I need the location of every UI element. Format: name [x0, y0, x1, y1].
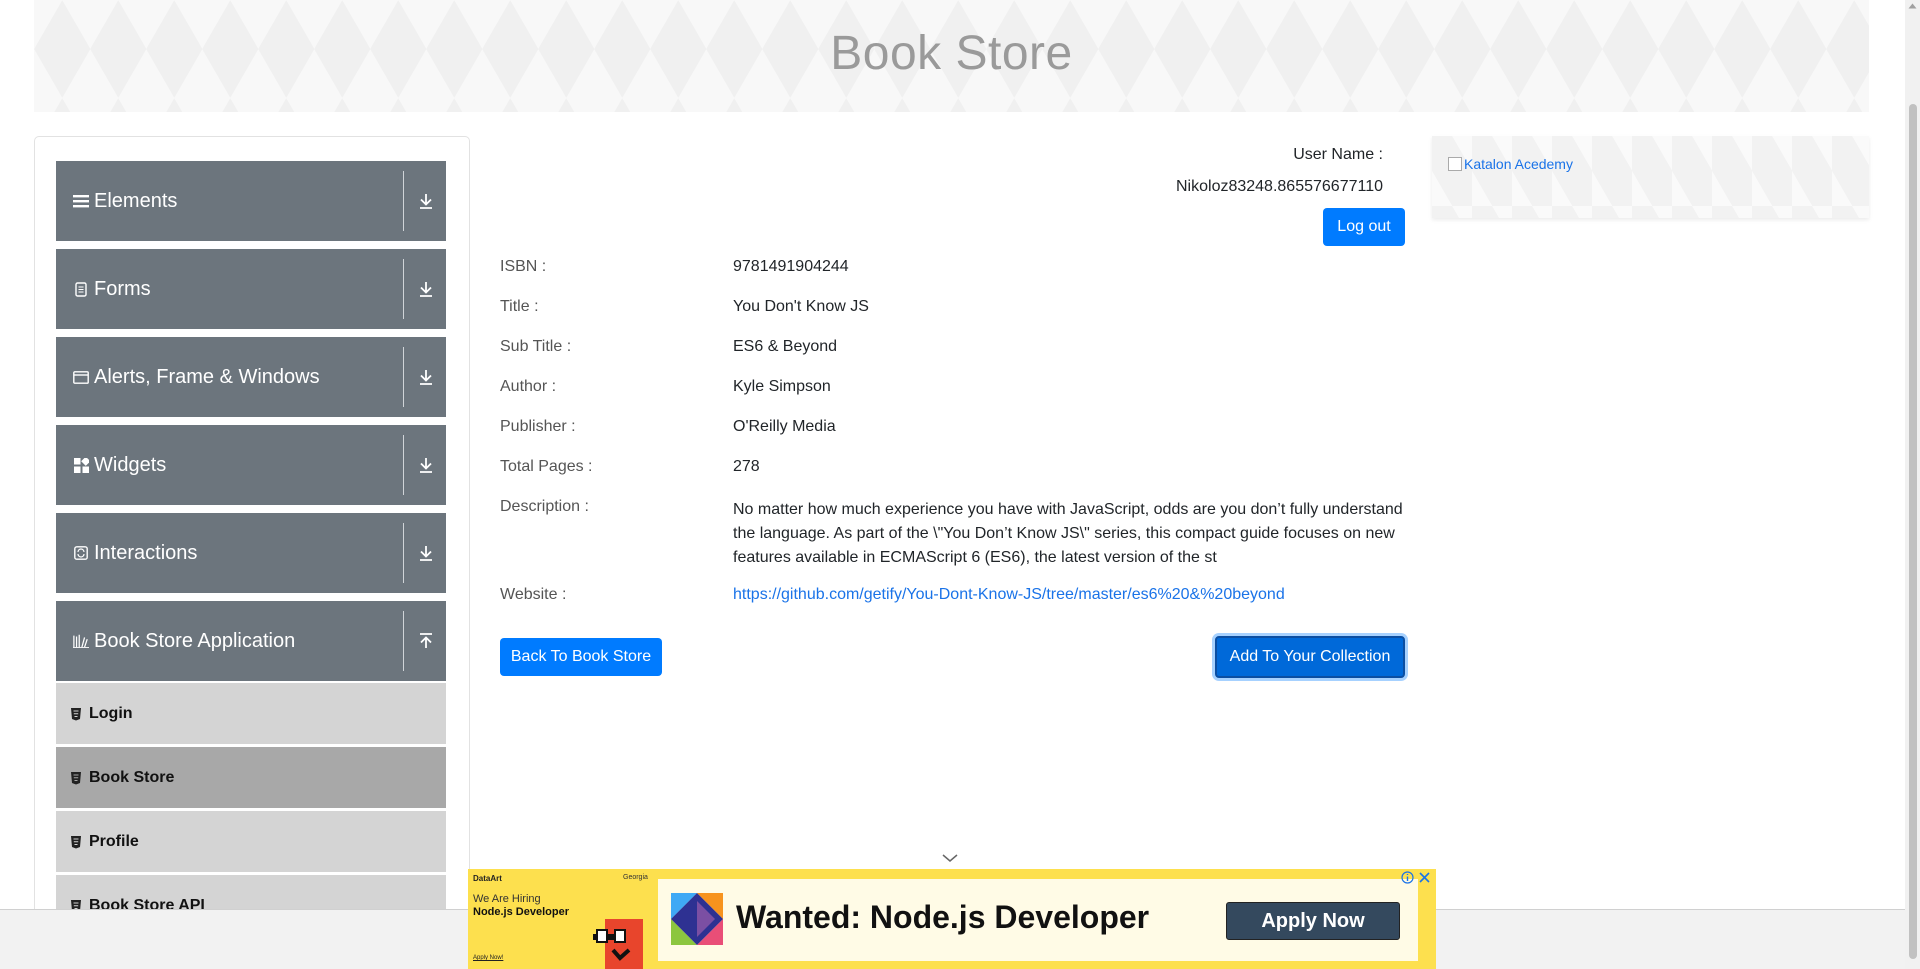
side-ad-banner[interactable]: Katalon Acedemy: [1432, 136, 1869, 218]
ad-left-panel: DataArt Georgia We Are Hiring Node.js De…: [468, 869, 658, 969]
sidebar-item-login[interactable]: Login: [56, 683, 446, 744]
list-icon: [73, 193, 89, 209]
ad-hiring-text: We Are Hiring: [473, 893, 541, 905]
ad-brand: DataArt: [473, 874, 502, 883]
ad-headline: Wanted: Node.js Developer: [736, 899, 1150, 935]
download-arrow-icon: [420, 282, 432, 297]
sidebar-group-book-store-application[interactable]: Book Store Application: [56, 601, 446, 681]
html-badge-icon: [71, 707, 81, 720]
website-link[interactable]: https://github.com/getify/You-Dont-Know-…: [733, 586, 1405, 604]
isbn-label: ISBN :: [500, 258, 547, 275]
sidebar-group-label: Book Store Application: [94, 629, 296, 652]
title-value: You Don't Know JS: [733, 298, 869, 315]
pages-value: 278: [733, 458, 760, 475]
sidebar-group-elements[interactable]: Elements: [56, 161, 446, 241]
ad-main-panel: Wanted: Node.js Developer Apply Now: [658, 879, 1418, 961]
back-to-book-store-button[interactable]: Back To Book Store: [500, 638, 662, 676]
publisher-value: O'Reilly Media: [733, 418, 836, 435]
divider: [403, 435, 404, 495]
ad-apply-button[interactable]: Apply Now: [1226, 902, 1400, 940]
title-label: Title :: [500, 298, 539, 315]
add-to-collection-button[interactable]: Add To Your Collection: [1215, 636, 1405, 678]
page-title: Book Store: [830, 27, 1073, 80]
info-icon[interactable]: [1401, 871, 1414, 884]
author-value: Kyle Simpson: [733, 378, 831, 395]
html-badge-icon: [71, 835, 81, 848]
divider: [403, 611, 404, 671]
ad-location: Georgia: [623, 874, 648, 881]
sidebar: Elements Forms Alerts, Frame & Windows W…: [34, 136, 470, 969]
chevron-down-icon[interactable]: [941, 853, 959, 863]
description-label: Description :: [500, 498, 589, 515]
logout-button[interactable]: Log out: [1323, 208, 1405, 246]
sidebar-group-label: Forms: [94, 277, 151, 300]
side-ad-alt-text: Katalon Acedemy: [1464, 156, 1573, 172]
side-ad-image[interactable]: Katalon Acedemy: [1448, 156, 1573, 172]
website-label: Website :: [500, 586, 567, 603]
html-badge-icon: [71, 771, 81, 784]
bottom-ad-banner[interactable]: DataArt Georgia We Are Hiring Node.js De…: [468, 869, 1436, 969]
divider: [403, 171, 404, 231]
user-name-value: Nikoloz83248.865576677110: [1176, 178, 1383, 195]
sidebar-group-widgets[interactable]: Widgets: [56, 425, 446, 505]
dataart-logo-icon: [671, 893, 723, 945]
upload-arrow-icon: [420, 633, 432, 648]
download-arrow-icon: [420, 194, 432, 209]
isbn-value: 9781491904244: [733, 258, 849, 275]
subtitle-value: ES6 & Beyond: [733, 338, 838, 355]
divider: [403, 259, 404, 319]
sidebar-group-label: Interactions: [94, 541, 198, 564]
download-arrow-icon: [420, 370, 432, 385]
sidebar-group-label: Alerts, Frame & Windows: [94, 365, 320, 388]
divider: [403, 347, 404, 407]
pages-label: Total Pages :: [500, 458, 593, 475]
sidebar-group-interactions[interactable]: Interactions: [56, 513, 446, 593]
books-icon: [73, 633, 89, 649]
description-value: No matter how much experience you have w…: [733, 501, 1403, 566]
sidebar-item-label: Login: [89, 704, 133, 722]
sidebar-group-label: Elements: [94, 189, 178, 212]
mascot-icon: [593, 919, 643, 969]
download-arrow-icon: [420, 546, 432, 561]
widgets-icon: [73, 457, 89, 473]
publisher-label: Publisher :: [500, 418, 576, 435]
sidebar-item-profile[interactable]: Profile: [56, 811, 446, 872]
divider: [403, 523, 404, 583]
close-icon[interactable]: [1418, 871, 1431, 884]
ad-apply-small[interactable]: Apply Now!: [473, 955, 503, 961]
sidebar-group-label: Widgets: [94, 453, 167, 476]
interactions-icon: [73, 545, 89, 561]
download-arrow-icon: [420, 458, 432, 473]
scrollbar-thumb[interactable]: [1909, 104, 1917, 959]
broken-image-icon: [1448, 157, 1462, 171]
header-banner: Book Store: [34, 0, 1869, 112]
sidebar-group-alerts[interactable]: Alerts, Frame & Windows: [56, 337, 446, 417]
sidebar-item-book-store[interactable]: Book Store: [56, 747, 446, 808]
window-icon: [73, 369, 89, 385]
ad-role-text: Node.js Developer: [473, 906, 569, 918]
subtitle-label: Sub Title :: [500, 338, 572, 355]
sidebar-group-forms[interactable]: Forms: [56, 249, 446, 329]
user-name-label: User Name :: [1293, 146, 1383, 163]
document-icon: [73, 281, 89, 297]
scroll-up-arrow-icon[interactable]: [1908, 3, 1917, 9]
sidebar-item-label: Profile: [89, 832, 139, 850]
sidebar-item-label: Book Store: [89, 768, 175, 786]
author-label: Author :: [500, 378, 557, 395]
